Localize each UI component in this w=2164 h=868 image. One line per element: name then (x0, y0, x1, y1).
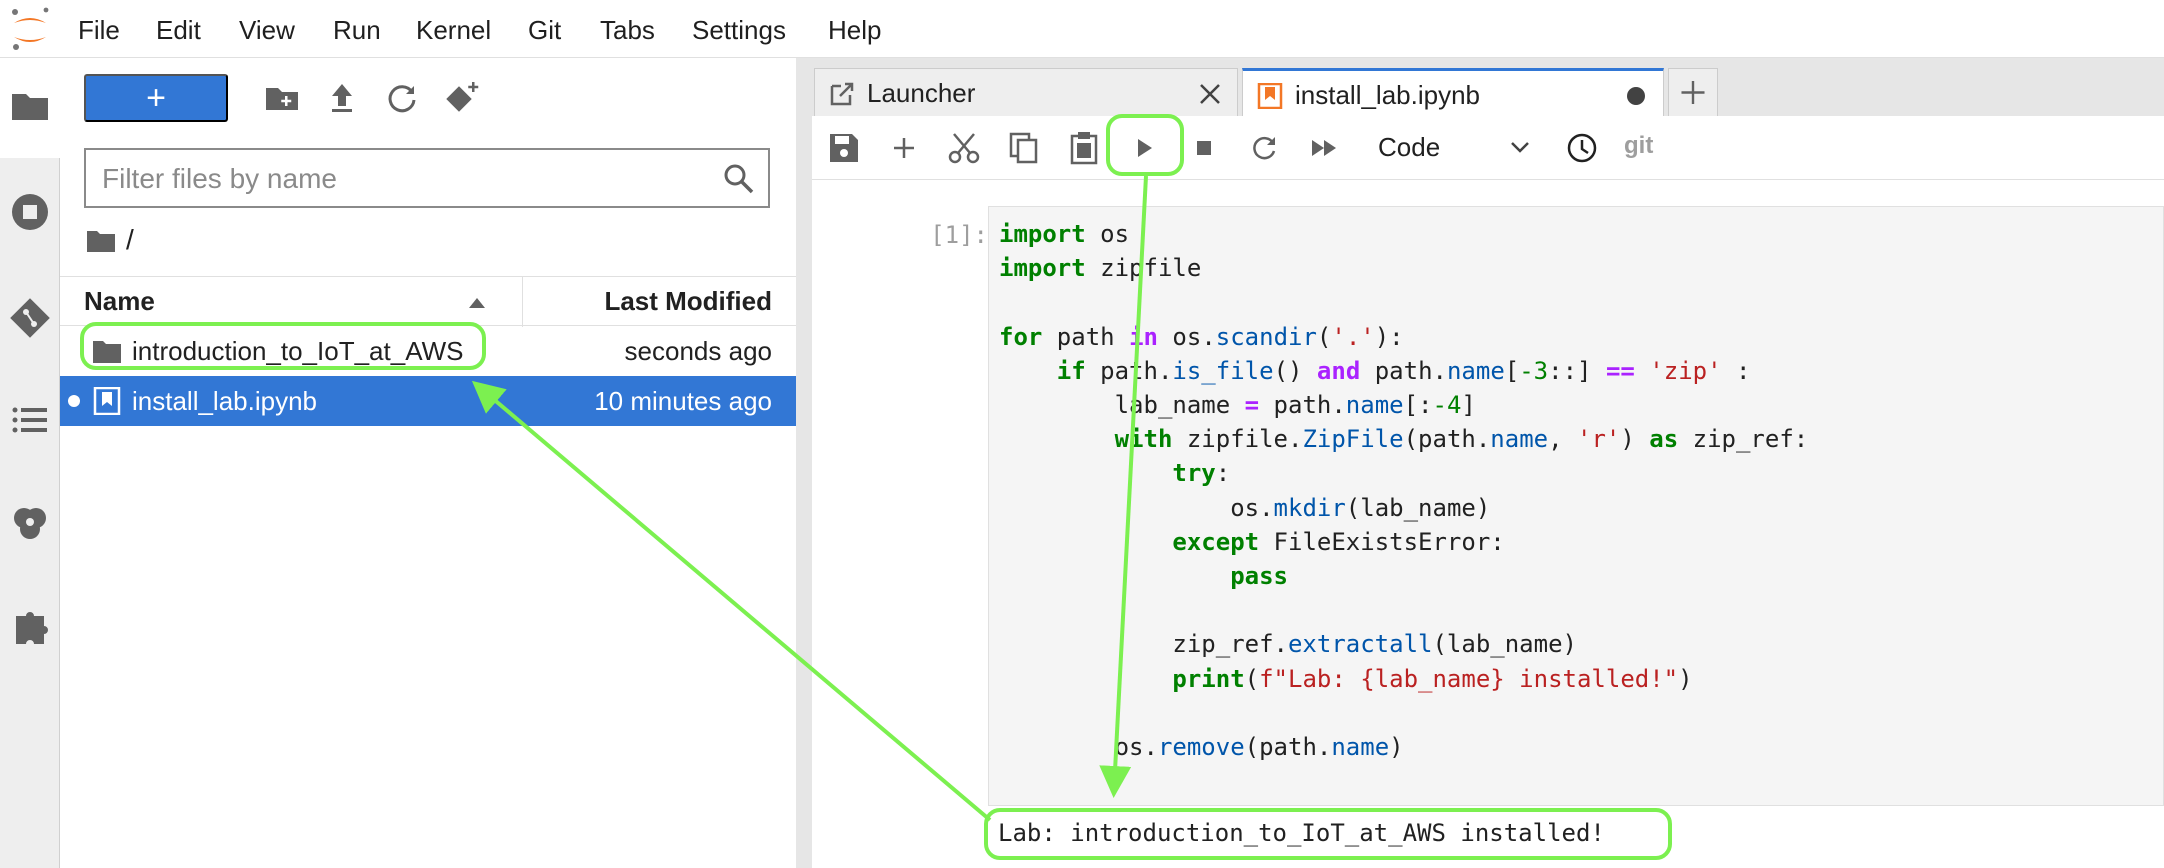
notebook-icon (93, 387, 121, 415)
main-area: Launcher install_lab.ipynb Code git [1]:… (812, 58, 2164, 868)
file-row-notebook[interactable]: install_lab.ipynb 10 minutes ago (60, 376, 796, 426)
tab-label: install_lab.ipynb (1295, 80, 1481, 110)
tab-label: Launcher (867, 78, 976, 108)
running-indicator (68, 395, 80, 407)
activity-bar (0, 58, 60, 868)
panel-splitter[interactable] (796, 58, 812, 868)
file-row-folder[interactable]: introduction_to_IoT_at_AWS seconds ago (60, 326, 796, 376)
refresh-icon[interactable] (378, 74, 426, 122)
tab-launcher[interactable]: Launcher (814, 68, 1238, 116)
save-icon[interactable] (826, 130, 862, 166)
git-clone-icon[interactable] (438, 74, 486, 122)
jupyter-logo-icon (12, 7, 49, 50)
running-icon[interactable] (6, 188, 54, 236)
unsaved-dot-icon[interactable] (1623, 83, 1649, 109)
file-name: introduction_to_IoT_at_AWS (132, 336, 464, 366)
file-modified: 10 minutes ago (594, 386, 772, 416)
file-browser: + / Name Last Modified (60, 58, 796, 868)
property-inspector-icon[interactable] (6, 498, 54, 546)
new-launcher-button[interactable]: + (84, 74, 228, 122)
cut-icon[interactable] (946, 130, 982, 166)
new-folder-icon[interactable] (258, 74, 306, 122)
filter-input[interactable] (102, 162, 702, 196)
git-icon[interactable] (6, 294, 54, 342)
notebook-icon (1257, 83, 1283, 109)
add-tab-icon[interactable] (1668, 68, 1718, 116)
cell-type-select[interactable]: Code (1378, 130, 1440, 164)
folder-icon[interactable] (6, 82, 54, 130)
menu-settings[interactable]: Settings (692, 14, 786, 46)
menu-view[interactable]: View (239, 14, 295, 46)
menu-tabs[interactable]: Tabs (600, 14, 655, 46)
toc-icon[interactable] (6, 396, 54, 444)
menu-edit[interactable]: Edit (156, 14, 201, 46)
file-list-header: Name Last Modified (60, 276, 796, 327)
restart-run-all-icon[interactable] (1306, 130, 1342, 166)
extension-icon[interactable] (6, 602, 54, 650)
close-icon[interactable] (1197, 81, 1223, 107)
code-cell-input[interactable]: import os import zipfile for path in os.… (988, 206, 2164, 806)
column-last-modified[interactable]: Last Modified (604, 284, 772, 318)
menu-git[interactable]: Git (528, 14, 561, 46)
cell-output: Lab: introduction_to_IoT_at_AWS installe… (998, 819, 1605, 847)
launcher-icon (830, 82, 854, 106)
stop-kernel-icon[interactable] (1186, 130, 1222, 166)
search-icon[interactable] (722, 162, 756, 196)
breadcrumb-folder-icon[interactable] (86, 228, 116, 254)
restart-kernel-icon[interactable] (1246, 130, 1282, 166)
copy-icon[interactable] (1006, 130, 1042, 166)
file-name: install_lab.ipynb (132, 386, 318, 416)
menu-help[interactable]: Help (828, 14, 881, 46)
filter-box (84, 148, 770, 208)
git-diff-button[interactable]: git (1624, 130, 1653, 162)
menu-kernel[interactable]: Kernel (416, 14, 491, 46)
cell-prompt: [1]: (930, 221, 988, 249)
paste-icon[interactable] (1066, 130, 1102, 166)
menu-file[interactable]: File (78, 14, 120, 46)
folder-icon (93, 341, 121, 363)
code-editor[interactable]: import os import zipfile for path in os.… (999, 217, 1808, 764)
file-modified: seconds ago (624, 336, 772, 366)
clock-icon[interactable] (1564, 130, 1600, 166)
notebook-toolbar: Code git (812, 116, 2164, 180)
tab-install-lab[interactable]: install_lab.ipynb (1242, 68, 1664, 116)
breadcrumb[interactable]: / (126, 222, 134, 258)
column-divider[interactable] (522, 277, 523, 327)
tab-bar: Launcher install_lab.ipynb (812, 58, 2164, 116)
insert-cell-icon[interactable] (886, 130, 922, 166)
column-name[interactable]: Name (84, 284, 155, 318)
sort-ascending-icon[interactable] (468, 297, 486, 309)
menu-run[interactable]: Run (333, 14, 381, 46)
menu-bar: File Edit View Run Kernel Git Tabs Setti… (0, 0, 2164, 58)
upload-icon[interactable] (318, 74, 366, 122)
run-cell-icon[interactable] (1126, 130, 1162, 166)
chevron-down-icon[interactable] (1510, 140, 1530, 154)
